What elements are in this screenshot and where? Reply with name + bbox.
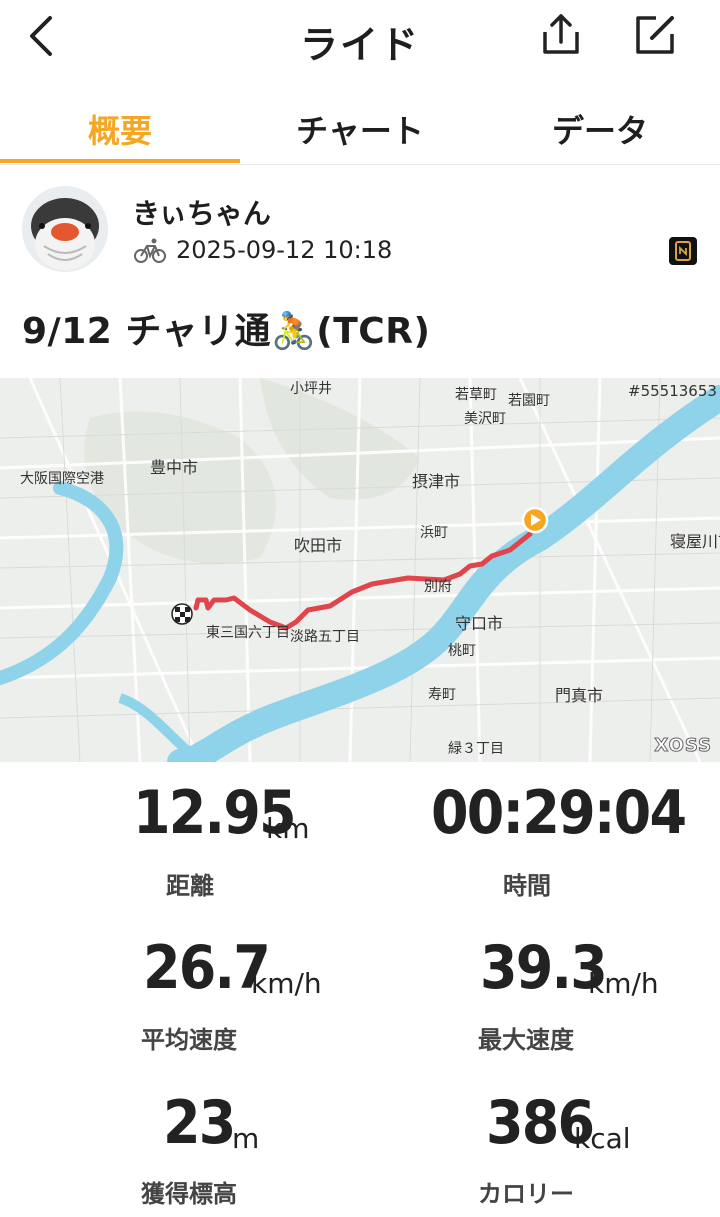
time-value: 00:29:04 [431,778,687,848]
max-speed-unit: km/h [588,967,659,1000]
map-label: 豊中市 [150,458,199,477]
edit-button[interactable] [632,12,678,58]
xoss-watermark: XOSS [654,735,712,757]
top-bar: ライド [0,0,720,80]
map-label: 吹田市 [294,536,343,555]
start-marker-icon [521,506,549,534]
map-label: 大阪国際空港 [20,471,104,487]
device-icon [669,237,697,265]
map-label: 浜町 [420,525,448,541]
map-label: 緑３丁目 [448,741,504,757]
avg-speed-label: 平均速度 [141,1026,237,1054]
map-label: 桃町 [448,643,476,659]
page-title: ライド [299,23,420,67]
elevation-label: 獲得標高 [141,1180,237,1208]
map-id: #55513653 [628,382,717,400]
tab-data[interactable]: データ [480,106,720,152]
map-label: 摂津市 [412,472,461,491]
map-label: 寿町 [428,687,456,703]
map-label: 若草町 [455,387,497,403]
map-label: 若園町 [508,393,550,409]
tab-chart[interactable]: チャート [240,106,480,152]
tab-overview[interactable]: 概要 [0,106,240,152]
map-label: 淡路五丁目 [290,629,360,645]
route-map[interactable]: 小坪井 若草町 若園町 美沢町 #55513653 豊中市 大阪国際空港 摂津市… [0,378,720,762]
elevation-value: 23 [163,1088,236,1158]
finish-flag-icon [171,603,193,625]
map-label: 門真市 [555,686,604,705]
map-label: 守口市 [455,614,504,633]
bird-avatar-image [22,186,108,272]
map-label: 寝屋川市 [670,532,720,551]
share-icon [543,14,579,54]
ride-datetime: 2025-09-12 10:18 [176,236,393,264]
map-label: 別府 [424,579,452,595]
time-label: 時間 [503,872,551,900]
calories-label: カロリー [478,1180,574,1208]
share-button[interactable] [538,12,584,58]
map-label: 美沢町 [464,411,506,427]
map-label: 小坪井 [290,381,332,397]
edit-icon [636,16,674,54]
tab-indicator [0,159,240,163]
username[interactable]: きぃちゃん [132,192,271,232]
bicycle-icon [134,238,166,263]
avg-speed-unit: km/h [251,967,322,1000]
ride-title: 9/12 チャリ通🚴(TCR) [22,311,431,352]
calories-unit: kcal [574,1122,631,1155]
tab-bar: 概要 チャート データ [0,92,720,165]
map-canvas [0,378,720,762]
map-label: 東三国六丁目 [206,625,290,641]
distance-label: 距離 [166,872,214,900]
elevation-unit: m [232,1122,260,1155]
max-speed-label: 最大速度 [478,1026,574,1054]
avatar[interactable] [22,186,108,272]
distance-unit: km [266,812,310,845]
